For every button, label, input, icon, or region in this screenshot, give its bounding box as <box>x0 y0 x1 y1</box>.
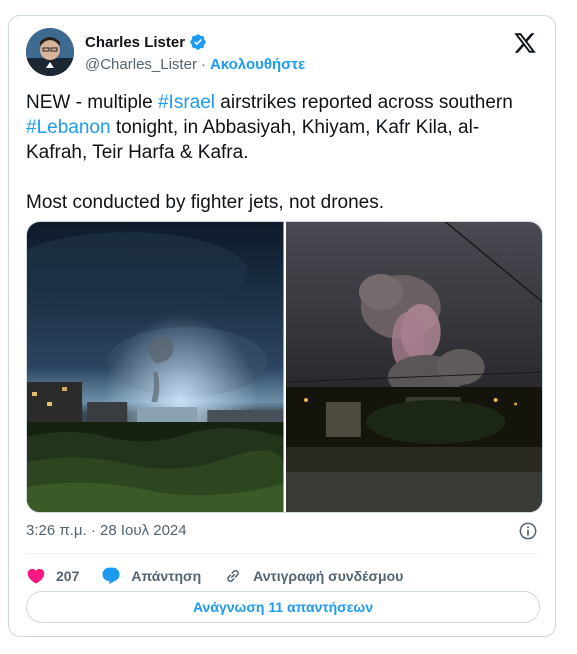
copy-link-button[interactable]: Αντιγραφή συνδέσμου <box>223 566 403 586</box>
like-button[interactable]: 207 <box>26 566 79 586</box>
avatar-image <box>26 28 74 76</box>
timestamp[interactable]: 3:26 π.μ. · 28 Ιουλ 2024 <box>26 522 187 539</box>
author-name-row: Charles Lister <box>85 33 207 51</box>
tweet-card: Charles Lister @Charles_Lister · Ακολουθ… <box>8 15 556 637</box>
reply-bubble-icon <box>102 567 120 585</box>
tweet-text-part: NEW - multiple <box>26 92 158 113</box>
author-name[interactable]: Charles Lister <box>85 34 185 51</box>
follow-button[interactable]: Ακολουθήστε <box>210 56 305 73</box>
author-handle[interactable]: @Charles_Lister <box>85 56 197 73</box>
hashtag-israel[interactable]: #Israel <box>158 92 215 113</box>
media-gallery <box>26 221 543 513</box>
reply-button[interactable]: Απάντηση <box>101 566 201 586</box>
photo-right-image <box>285 222 542 512</box>
author-handle-row: @Charles_Lister · Ακολουθήστε <box>85 56 305 73</box>
x-logo-icon[interactable] <box>513 31 537 55</box>
read-replies-button[interactable]: Ανάγνωση 11 απαντήσεων <box>26 591 540 623</box>
copy-link-label: Αντιγραφή συνδέσμου <box>253 568 404 584</box>
heart-icon <box>27 568 45 584</box>
info-icon[interactable] <box>518 521 538 541</box>
hashtag-lebanon[interactable]: #Lebanon <box>26 117 111 138</box>
tweet-text: NEW - multiple #Israel airstrikes report… <box>26 90 536 215</box>
reply-label: Απάντηση <box>131 568 202 584</box>
separator-dot: · <box>200 56 206 73</box>
photo-right[interactable] <box>285 222 542 512</box>
avatar[interactable] <box>26 28 74 76</box>
verified-badge-icon <box>190 34 206 50</box>
divider <box>26 553 538 554</box>
like-count: 207 <box>56 568 80 584</box>
action-bar: 207 Απάντηση Αντιγραφή συνδέσμου <box>26 561 425 591</box>
tweet-text-part: airstrikes reported across southern <box>215 92 513 113</box>
photo-left[interactable] <box>27 222 284 512</box>
photo-left-image <box>27 222 284 512</box>
link-icon <box>227 570 239 582</box>
